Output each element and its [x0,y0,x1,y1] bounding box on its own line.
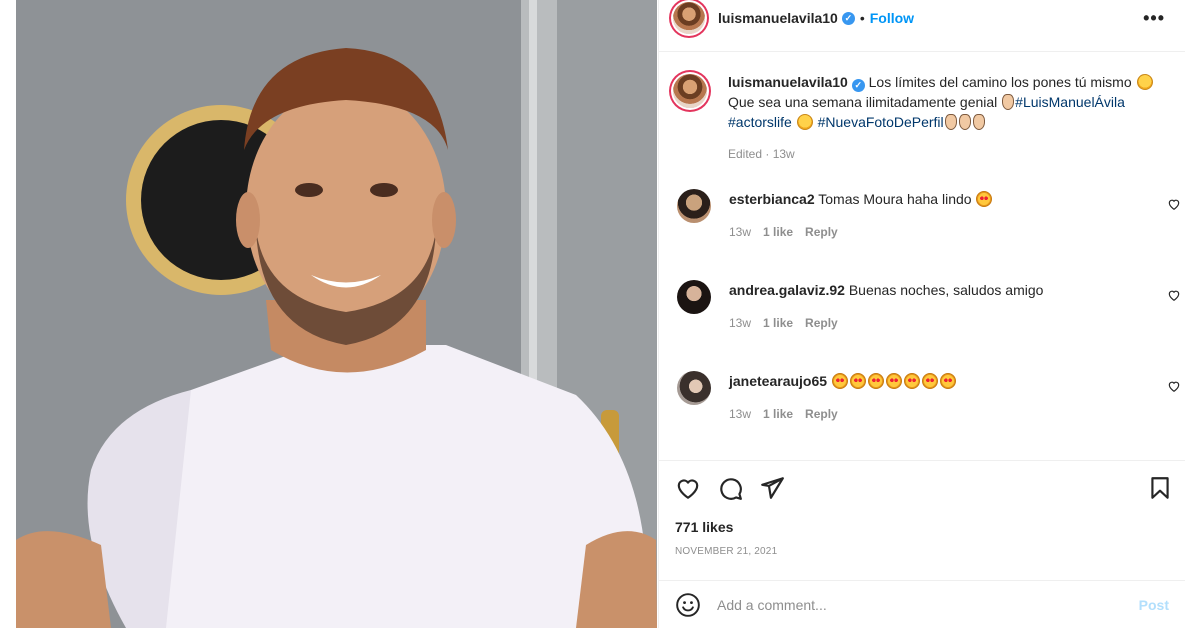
hand-emoji-icon [958,114,971,130]
post-photo-image [16,0,657,628]
author-avatar[interactable] [673,2,705,34]
star-struck-emoji-icon [849,373,866,389]
follow-button[interactable]: Follow [870,10,914,26]
post-comment-button[interactable]: Post [1139,597,1169,613]
hand-emoji-icon [1002,94,1015,110]
star-struck-emoji-icon [921,373,938,389]
caption-username[interactable]: luismanuelavila10 [728,74,848,90]
post-caption: luismanuelavila10 ✓ Los límites del cami… [673,72,1173,164]
emoji-icon[interactable] [675,592,701,618]
hashtag-link[interactable]: #actorslife [728,114,792,130]
like-comment-heart-icon[interactable] [1167,288,1181,302]
bookmark-icon[interactable] [1147,475,1173,501]
caption-text-line-1: Los límites del camino los pones tú mism… [868,74,1132,90]
commenter-avatar[interactable] [677,189,711,223]
comment-text-line: andrea.galaviz.92 Buenas noches, saludos… [729,280,1043,300]
star-struck-emoji-icon [867,373,884,389]
comment-likes[interactable]: 1 like [763,225,793,239]
comment-meta: 13w 1 like Reply [729,316,838,330]
grinning-face-emoji-icon [796,114,813,130]
smiling-face-emoji-icon [1136,74,1153,90]
comment-meta: 13w 1 like Reply [729,407,838,421]
commenter-avatar[interactable] [677,371,711,405]
star-struck-emoji-icon [885,373,902,389]
caption-edited-time: Edited · 13w [728,147,795,161]
commenter-username[interactable]: andrea.galaviz.92 [729,282,845,298]
heart-icon[interactable] [675,475,701,501]
comment-emojis [831,373,957,389]
like-comment-heart-icon[interactable] [1167,379,1181,393]
comment-text-line: janetearaujo65 [729,371,957,391]
hashtag-link[interactable]: #NuevaFotoDePerfil [818,114,944,130]
more-options-icon[interactable]: ••• [1143,8,1165,29]
like-comment-heart-icon[interactable] [1167,197,1181,211]
likes-count[interactable]: 771 likes [675,519,733,535]
header-divider [659,51,1185,52]
comment-likes[interactable]: 1 like [763,316,793,330]
caption-text-line-2: Que sea una semana ilimitadamente genial [728,94,998,110]
star-struck-emoji-icon [939,373,956,389]
comment-text: Buenas noches, saludos amigo [848,282,1044,298]
actions-divider [659,460,1185,461]
commenter-username[interactable]: janetearaujo65 [729,373,827,389]
star-struck-emoji-icon [831,373,848,389]
hand-emoji-icon [944,114,957,130]
comment-time: 13w [729,316,752,330]
post-date[interactable]: NOVEMBER 21, 2021 [675,546,777,557]
caption-author-avatar[interactable] [673,74,707,108]
post-header: luismanuelavila10 ✓ • Follow ••• [659,0,1185,36]
comment-text: Tomas Moura haha lindo [818,191,972,207]
post-actions-bar [675,475,1175,503]
hand-emoji-icon [972,114,985,130]
hashtag-link[interactable]: #LuisManuelÁvila [1015,94,1125,110]
star-struck-emoji-icon [903,373,920,389]
comment-time: 13w [729,225,752,239]
reply-button[interactable]: Reply [805,407,838,421]
reply-button[interactable]: Reply [805,316,838,330]
post-details-panel: luismanuelavila10 ✓ • Follow ••• luisman… [658,0,1185,628]
reply-button[interactable]: Reply [805,225,838,239]
separator-dot: • [859,10,865,26]
comment-input[interactable] [717,596,1139,613]
comment-meta: 13w 1 like Reply [729,225,838,239]
author-username[interactable]: luismanuelavila10 [718,10,838,26]
share-icon[interactable] [759,475,785,501]
commenter-avatar[interactable] [677,280,711,314]
post-photo[interactable] [16,0,657,628]
comment-text-line: esterbianca2 Tomas Moura haha lindo [729,189,993,209]
verified-badge-icon: ✓ [851,79,865,92]
verified-badge-icon: ✓ [841,11,855,25]
add-comment-bar: Post [659,581,1185,628]
comment-likes[interactable]: 1 like [763,407,793,421]
star-struck-emoji-icon [976,191,993,207]
comment-time: 13w [729,407,752,421]
comment-icon[interactable] [717,475,743,501]
commenter-username[interactable]: esterbianca2 [729,191,815,207]
caption-body: luismanuelavila10 ✓ Los límites del cami… [728,72,1154,164]
